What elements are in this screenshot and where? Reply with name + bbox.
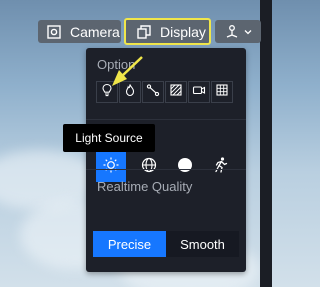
sphere-icon — [176, 156, 194, 179]
video-camera-icon — [192, 83, 206, 102]
fire-icon — [123, 83, 137, 102]
walk-mode-button[interactable] — [205, 152, 235, 182]
quality-section-title: Realtime Quality — [97, 179, 193, 194]
camera-button-label: Camera — [70, 23, 120, 40]
grid-icon — [215, 83, 229, 102]
sphere-mode-button[interactable] — [170, 152, 200, 182]
effects-option[interactable] — [119, 81, 141, 103]
right-edge-panel — [260, 0, 272, 287]
sun-icon — [102, 156, 120, 179]
layers-icon — [136, 24, 152, 40]
path-option[interactable] — [142, 81, 164, 103]
light-source-option[interactable] — [96, 81, 118, 103]
chevron-down-icon — [243, 27, 253, 37]
globe-mode-button[interactable] — [134, 152, 164, 182]
display-button-label: Display — [160, 23, 206, 40]
person-axis-icon — [224, 24, 240, 40]
option-section-title: Option — [97, 57, 136, 72]
tooltip: Light Source — [63, 124, 155, 152]
texture-icon — [169, 83, 183, 102]
sun-mode-button[interactable] — [96, 152, 126, 182]
running-person-icon — [211, 156, 229, 179]
camera-frame-icon — [46, 24, 62, 40]
view-mode-dropdown[interactable] — [215, 20, 261, 43]
path-icon — [146, 83, 160, 102]
camera-button[interactable]: Camera — [38, 20, 121, 43]
globe-icon — [140, 156, 158, 179]
quality-precise-option[interactable]: Precise — [93, 231, 166, 257]
divider — [86, 119, 246, 120]
quality-smooth-option[interactable]: Smooth — [166, 231, 239, 257]
light-bulb-icon — [100, 83, 114, 102]
video-option[interactable] — [188, 81, 210, 103]
display-panel: Option Realtime Quality Precise Smooth — [86, 48, 246, 272]
display-button[interactable]: Display — [124, 18, 211, 45]
grid-option[interactable] — [211, 81, 233, 103]
texture-option[interactable] — [165, 81, 187, 103]
quality-toggle: Precise Smooth — [93, 231, 239, 257]
divider — [86, 169, 246, 170]
